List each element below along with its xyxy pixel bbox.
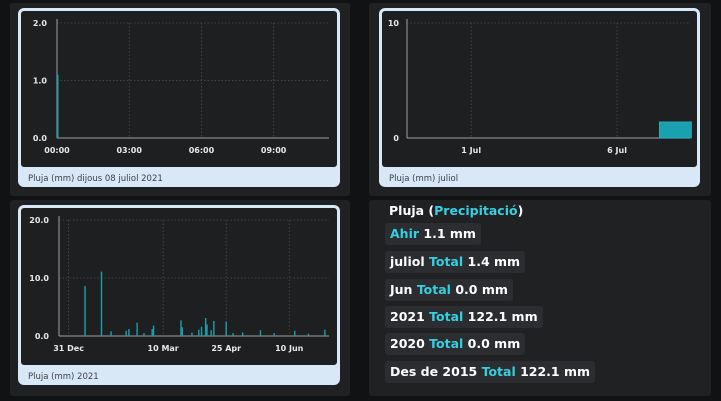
monthly-rain-plot: 0 10 1 Jul 6 Jul: [382, 11, 697, 167]
rain-bar: [128, 329, 130, 336]
rain-bar: [213, 320, 215, 336]
rain-bar: [180, 320, 182, 336]
yearly-rain-caption: Pluja (mm) 2021: [28, 372, 99, 382]
x-tick-label: 03:00: [116, 146, 142, 155]
rain-bar: [151, 329, 153, 336]
x-tick-label: 6 Jul: [607, 146, 627, 155]
stat-june-total: Jun Total 0.0 mm: [385, 279, 513, 301]
daily-rain-card[interactable]: 0.0 1.0 2.0 00:00 03:00 06:00 09:00 Pluja (mm)…: [18, 8, 340, 187]
stat-value: 122.1 mm: [467, 309, 538, 324]
rain-bar: [152, 325, 155, 336]
daily-rain-caption: Pluja (mm) dijous 08 juliol 2021: [28, 174, 163, 184]
rain-bar: [225, 321, 227, 336]
x-tick-label: 10 Jun: [275, 344, 304, 353]
x-tick-label: 10 Mar: [148, 344, 179, 353]
stat-label: Ahir: [390, 226, 420, 241]
rain-bar: [294, 330, 296, 336]
stat-total-word: Total: [429, 309, 464, 324]
y-tick-label: 20.0: [29, 216, 49, 225]
y-tick-label: 0.0: [35, 332, 50, 341]
rain-bar: [204, 318, 207, 336]
rain-bar: [84, 286, 86, 336]
stat-since-2015-total: Des de 2015 Total 122.1 mm: [385, 361, 596, 383]
stat-label: 2021: [390, 309, 425, 324]
rain-bar: [259, 330, 262, 336]
rain-bar: [206, 324, 208, 336]
stat-value: 0.0 mm: [455, 282, 508, 297]
x-tick-label: 1 Jul: [461, 146, 481, 155]
rain-bar: [324, 329, 326, 336]
stat-value: 1.4 mm: [467, 254, 521, 269]
rain-bar: [200, 326, 203, 336]
rain-bar: [181, 327, 184, 336]
stat-2020-total: 2020 Total 0.0 mm: [385, 333, 526, 355]
rain-bar: [136, 322, 138, 336]
monthly-rain-card[interactable]: 0 10 1 Jul 6 Jul Pluja (mm) juliol: [379, 8, 700, 187]
rain-bar: [659, 121, 692, 139]
y-tick-label: 1.0: [33, 77, 48, 86]
yearly-rain-card[interactable]: 0.0 10.0 20.0 31 Dec 10 Mar 25 Apr 10 Jun Pluj…: [18, 205, 340, 385]
stat-label: juliol: [390, 254, 425, 269]
monthly-rain-caption: Pluja (mm) juliol: [389, 174, 459, 184]
rain-bar: [273, 333, 275, 336]
rain-bar: [232, 333, 234, 336]
y-tick-label: 10.0: [29, 274, 49, 283]
x-tick-label: 06:00: [189, 146, 215, 155]
stat-total-word: Total: [481, 364, 516, 379]
stat-total-word: Total: [429, 254, 464, 269]
monthly-rain-chart: 0 10 1 Jul 6 Jul: [388, 19, 692, 155]
stat-total-word: Total: [416, 282, 451, 297]
rain-bar: [125, 330, 127, 336]
yearly-rain-plot: 0.0 10.0 20.0 31 Dec 10 Mar 25 Apr 10 Jun: [21, 208, 337, 365]
rain-bar: [191, 332, 193, 336]
y-tick-label: 0.0: [33, 134, 48, 143]
x-tick-label: 09:00: [261, 146, 287, 155]
stats-title: Pluja (Precipitació): [389, 203, 523, 218]
stats-title-prefix: Pluja (: [389, 203, 435, 218]
stat-value: 0.0 mm: [467, 336, 521, 351]
stat-month-total: juliol Total 1.4 mm: [385, 251, 526, 273]
stat-label: Des de 2015: [390, 364, 478, 379]
stats-title-accent: Precipitació: [434, 203, 518, 218]
rain-bar: [110, 331, 112, 336]
rain-bar: [210, 330, 212, 336]
daily-rain-chart: 0.0 1.0 2.0 00:00 03:00 06:00 09:00: [33, 19, 329, 155]
x-tick-label: 25 Apr: [211, 344, 241, 353]
stats-title-suffix: ): [517, 203, 524, 218]
rain-bar: [100, 271, 103, 336]
daily-rain-plot: 0.0 1.0 2.0 00:00 03:00 06:00 09:00: [21, 11, 337, 167]
stat-value: 1.1 mm: [423, 226, 476, 241]
rain-bar: [143, 333, 145, 336]
y-tick-label: 10: [388, 19, 400, 28]
y-tick-label: 0: [393, 134, 399, 143]
x-tick-label: 00:00: [44, 146, 70, 155]
stat-value: 122.1 mm: [520, 364, 591, 379]
stat-total-word: Total: [429, 336, 464, 351]
stat-label: 2020: [390, 336, 425, 351]
stat-yesterday: Ahir 1.1 mm: [385, 223, 481, 245]
yearly-rain-chart: 0.0 10.0 20.0 31 Dec 10 Mar 25 Apr 10 Jun: [29, 216, 329, 353]
rain-bar: [241, 332, 244, 336]
x-tick-label: 31 Dec: [53, 344, 84, 353]
stat-label: Jun: [390, 282, 413, 297]
rain-bar: [198, 329, 200, 336]
stat-2021-total: 2021 Total 122.1 mm: [385, 306, 543, 328]
rain-bar: [57, 74, 59, 138]
y-tick-label: 2.0: [33, 19, 48, 28]
rain-bar: [307, 333, 310, 336]
